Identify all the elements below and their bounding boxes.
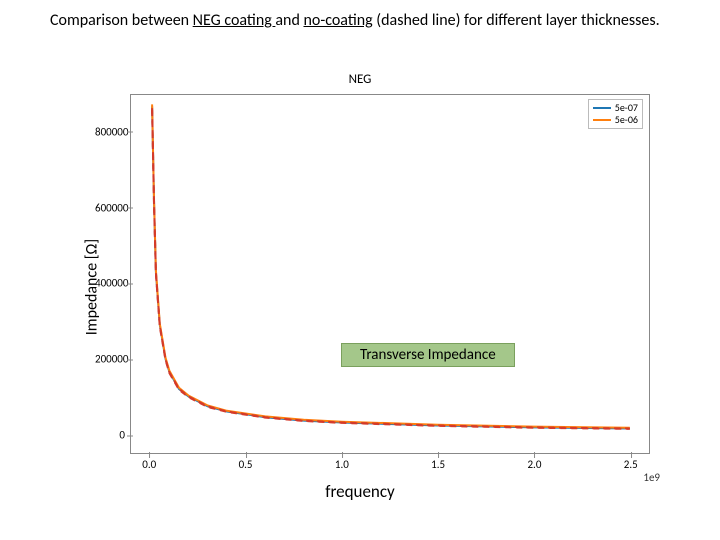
plot-title: NEG	[50, 72, 670, 87]
legend-item: 5e-06	[593, 114, 638, 126]
plot-curves	[131, 95, 649, 453]
y-tick-label: 200000	[95, 353, 125, 366]
plot-container: NEG Impedance [Ω] frequency 1e9 5e-07 5e…	[50, 72, 670, 502]
legend-swatch	[593, 107, 611, 109]
caption-text: Comparison between NEG coating and no-co…	[50, 10, 670, 32]
caption-part-post: (dashed line) for different layer thickn…	[373, 11, 660, 30]
caption-part-pre: Comparison between	[50, 11, 193, 30]
y-tick-label: 0	[95, 429, 125, 442]
legend-label: 5e-06	[615, 114, 638, 126]
x-tick-label: 1.0	[335, 458, 349, 471]
x-axis-scale: 1e9	[643, 471, 660, 484]
y-tick-label: 800000	[95, 125, 125, 138]
x-tick-label: 2.5	[624, 458, 638, 471]
x-tick-label: 0.5	[239, 458, 253, 471]
x-axis-label: frequency	[50, 481, 670, 502]
y-tick-label: 400000	[95, 277, 125, 290]
caption-underline-nocoating: no-coating	[303, 11, 372, 30]
annotation-label: Transverse Impedance	[341, 343, 515, 367]
plot-legend: 5e-07 5e-06	[588, 99, 643, 129]
legend-swatch	[593, 119, 611, 121]
plot-axes: 5e-07 5e-06 Transverse Impedance	[130, 94, 650, 454]
caption-part-mid: and	[275, 11, 303, 30]
slide: Comparison between NEG coating and no-co…	[0, 0, 720, 540]
x-tick-label: 0.0	[142, 458, 156, 471]
x-tick-label: 2.0	[527, 458, 541, 471]
y-tick-label: 600000	[95, 201, 125, 214]
caption-underline-neg: NEG coating	[193, 11, 276, 30]
x-tick-label: 1.5	[431, 458, 445, 471]
